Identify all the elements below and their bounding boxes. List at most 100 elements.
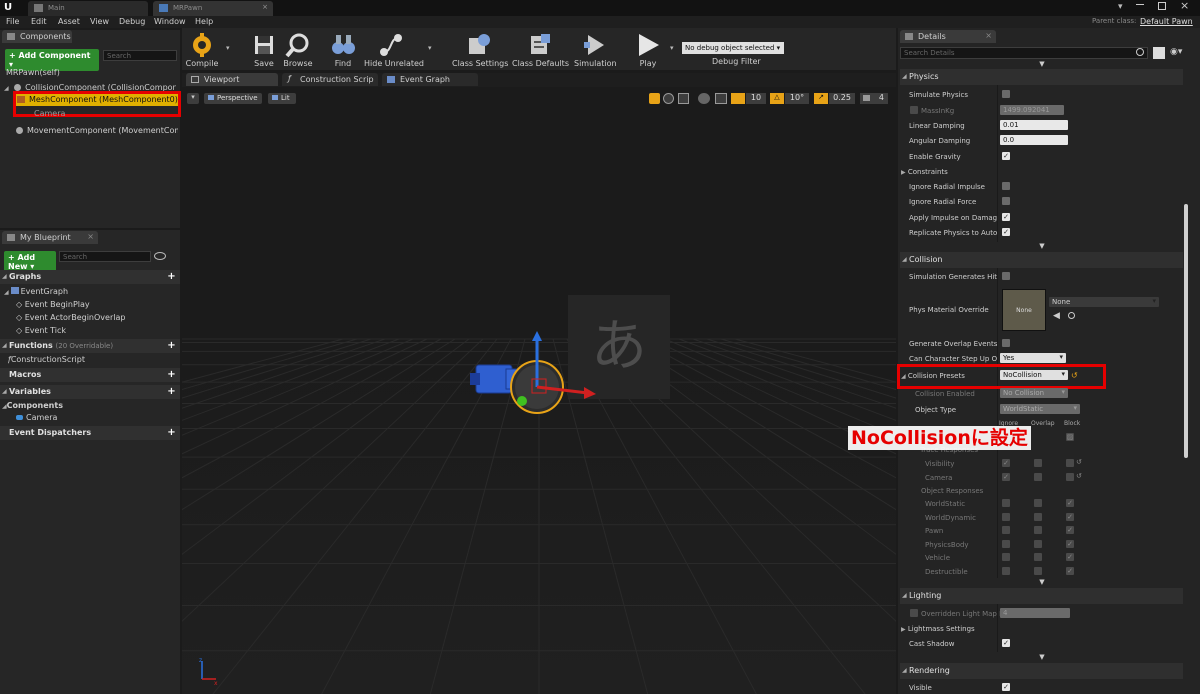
camera-block-checkbox[interactable] — [1066, 473, 1074, 481]
use-selected-arrow-icon[interactable]: ◀ — [1053, 311, 1060, 321]
object-ignore-checkbox[interactable] — [1002, 566, 1010, 575]
collision-enabled-select[interactable]: No Collision — [1000, 388, 1068, 398]
component-root[interactable]: MRPawn(self) — [6, 68, 60, 77]
lighting-category[interactable]: ◢ Lighting — [900, 588, 1190, 604]
object-block-checkbox[interactable]: ✓ — [1066, 539, 1074, 548]
apply-impulse-checkbox[interactable]: ✓ — [1002, 213, 1010, 221]
object-ignore-checkbox[interactable] — [1002, 553, 1010, 561]
camera-speed-button[interactable]: 4 — [860, 93, 888, 104]
menu-file[interactable]: File — [6, 17, 19, 26]
cast-shadow-checkbox[interactable]: ✓ — [1002, 639, 1010, 647]
perspective-button[interactable]: Perspective — [204, 93, 262, 104]
object-overlap-checkbox[interactable] — [1034, 526, 1042, 534]
variables-category[interactable]: ◢ Variables + — [0, 385, 180, 399]
object-ignore-checkbox[interactable] — [1002, 499, 1010, 507]
visibility-overlap-checkbox[interactable] — [1034, 459, 1042, 467]
tab-main[interactable]: Main — [28, 1, 148, 16]
object-ignore-checkbox[interactable] — [1002, 539, 1010, 548]
scale-snap-icon[interactable]: ↗ — [814, 93, 828, 104]
object-block-checkbox[interactable]: ✓ — [1066, 526, 1074, 534]
blueprint-search-input[interactable]: Search — [59, 251, 151, 262]
close-icon[interactable]: × — [87, 232, 94, 241]
event-dispatchers-category[interactable]: Event Dispatchers + — [0, 426, 180, 440]
hide-unrelated-dropdown-icon[interactable]: ▾ — [428, 44, 432, 52]
y-axis-handle[interactable] — [517, 396, 527, 406]
object-overlap-checkbox[interactable] — [1034, 566, 1042, 575]
rotation-snap-value[interactable]: 10° — [785, 93, 809, 104]
surface-snap-icon[interactable] — [715, 93, 727, 104]
find-button[interactable]: Find — [328, 30, 358, 70]
rotation-snap-icon[interactable]: △ — [770, 93, 784, 104]
grid-snap-value[interactable]: 10 — [746, 93, 766, 104]
property-matrix-icon[interactable] — [1153, 47, 1165, 59]
object-block-checkbox[interactable]: ✓ — [1066, 512, 1074, 521]
constraints-label[interactable]: ▶ Constraints — [901, 168, 989, 176]
close-window-icon[interactable]: × — [1180, 0, 1189, 12]
menu-debug[interactable]: Debug — [119, 17, 145, 26]
play-button[interactable]: Play — [628, 30, 668, 70]
component-movement[interactable]: MovementComponent (MovementCompone — [16, 126, 178, 135]
expand-arrow-icon[interactable]: ▼ — [1036, 578, 1048, 586]
notification-icon[interactable]: ▾ — [1118, 2, 1123, 12]
enable-gravity-checkbox[interactable]: ✓ — [1002, 152, 1010, 160]
details-search-input[interactable]: Search Details — [900, 47, 1148, 59]
parent-class-link[interactable]: Default Pawn — [1140, 17, 1193, 26]
event-actorbeginoverlap[interactable]: ◇ Event ActorBeginOverlap — [16, 313, 125, 322]
browse-asset-icon[interactable] — [1068, 312, 1075, 319]
visible-checkbox[interactable]: ✓ — [1002, 683, 1010, 691]
macros-category[interactable]: Macros + — [0, 368, 180, 382]
tab-construction-script[interactable]: ƒ Construction Scrip — [282, 73, 378, 86]
add-variable-icon[interactable]: + — [167, 387, 176, 397]
mass-override-checkbox[interactable] — [910, 106, 918, 114]
save-button[interactable]: Save — [250, 30, 278, 70]
construction-script-item[interactable]: ƒConstructionScript — [8, 355, 85, 364]
browse-button[interactable]: Browse — [282, 30, 314, 70]
world-local-icon[interactable] — [698, 93, 710, 104]
functions-category[interactable]: ◢ Functions (20 Overridable) + — [0, 339, 180, 353]
viewport[interactable]: あ z x — [182, 89, 896, 694]
overridden-light-map-field[interactable]: 4 — [1000, 608, 1070, 618]
event-beginplay[interactable]: ◇ Event BeginPlay — [16, 300, 90, 309]
menu-asset[interactable]: Asset — [58, 17, 80, 26]
component-camera[interactable]: Camera — [34, 109, 65, 118]
ignore-radial-force-checkbox[interactable] — [1002, 197, 1010, 205]
physics-category[interactable]: ◢ Physics — [900, 69, 1190, 85]
graphs-category[interactable]: ◢ Graphs + — [0, 270, 180, 284]
compile-dropdown-icon[interactable]: ▾ — [226, 44, 230, 52]
class-defaults-button[interactable]: Class Defaults — [512, 30, 569, 70]
object-overlap-checkbox[interactable] — [1034, 553, 1042, 561]
phys-material-select[interactable]: None — [1049, 297, 1159, 307]
object-ignore-checkbox[interactable] — [1002, 526, 1010, 534]
view-options-icon[interactable]: ◉▾ — [1170, 47, 1190, 59]
lit-button[interactable]: Lit — [268, 93, 296, 104]
tab-details[interactable]: Details × — [900, 30, 996, 43]
play-dropdown-icon[interactable]: ▾ — [670, 44, 674, 52]
reset-to-default-icon[interactable]: ↺ — [1076, 458, 1082, 466]
object-type-select[interactable]: WorldStatic — [1000, 404, 1080, 414]
details-scrollbar-thumb[interactable] — [1184, 204, 1188, 458]
lightmass-settings-label[interactable]: ▶ Lightmass Settings — [901, 625, 989, 633]
reset-to-default-icon[interactable]: ↺ — [1076, 472, 1082, 480]
menu-view[interactable]: View — [90, 17, 109, 26]
object-block-checkbox[interactable]: ✓ — [1066, 499, 1074, 507]
minimize-icon[interactable] — [1136, 4, 1144, 5]
eye-icon[interactable] — [154, 252, 166, 260]
add-graph-icon[interactable]: + — [167, 272, 176, 282]
debug-object-select[interactable]: No debug object selected ▾ — [682, 42, 784, 54]
add-dispatcher-icon[interactable]: + — [167, 428, 176, 438]
visibility-ignore-checkbox[interactable]: ✓ — [1002, 459, 1010, 467]
class-settings-button[interactable]: Class Settings — [452, 30, 508, 70]
collision-category[interactable]: ◢ Collision — [900, 252, 1190, 268]
object-overlap-checkbox[interactable] — [1034, 499, 1042, 507]
generate-overlap-checkbox[interactable] — [1002, 339, 1010, 347]
grid-snap-icon[interactable] — [731, 93, 745, 104]
scale-snap-value[interactable]: 0.25 — [829, 93, 855, 104]
camera-ignore-checkbox[interactable]: ✓ — [1002, 473, 1010, 481]
phys-material-thumbnail[interactable]: None — [1002, 289, 1046, 331]
object-overlap-checkbox[interactable] — [1034, 512, 1042, 521]
tab-event-graph[interactable]: Event Graph — [382, 73, 478, 86]
expand-arrow-icon[interactable]: ▼ — [1036, 653, 1048, 661]
variable-camera[interactable]: Camera — [16, 413, 57, 422]
simulation-button[interactable]: Simulation — [574, 30, 617, 70]
event-tick[interactable]: ◇ Event Tick — [16, 326, 66, 335]
